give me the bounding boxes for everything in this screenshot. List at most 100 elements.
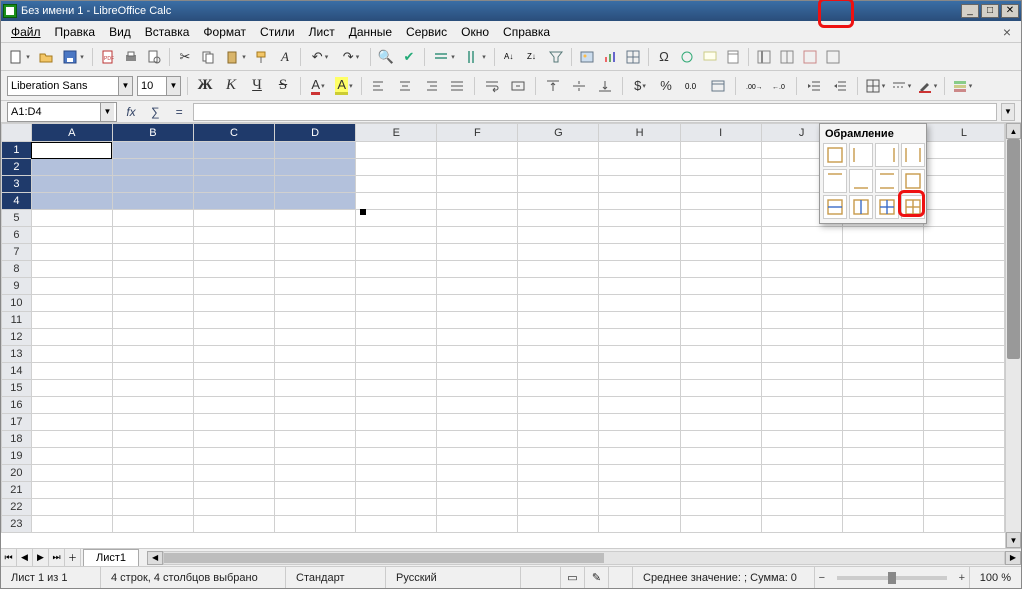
cell-J15[interactable] xyxy=(761,380,842,397)
cell-E13[interactable] xyxy=(356,346,437,363)
cell-E8[interactable] xyxy=(356,261,437,278)
cell-I14[interactable] xyxy=(680,363,761,380)
cell-G4[interactable] xyxy=(518,193,599,210)
border-left[interactable] xyxy=(849,143,873,167)
cell-F23[interactable] xyxy=(437,516,518,533)
cell-G6[interactable] xyxy=(518,227,599,244)
zoom-in-button[interactable]: + xyxy=(955,572,969,584)
cell-I12[interactable] xyxy=(680,329,761,346)
row-header-3[interactable]: 3 xyxy=(2,176,32,193)
cell-C4[interactable] xyxy=(193,193,274,210)
row-header-4[interactable]: 4 xyxy=(2,193,32,210)
row-header-23[interactable]: 23 xyxy=(2,516,32,533)
cell-L23[interactable] xyxy=(923,516,1004,533)
tab-next-button[interactable]: ▶ xyxy=(33,549,49,566)
clear-format-button[interactable]: A xyxy=(275,47,295,67)
cell-D8[interactable] xyxy=(275,261,356,278)
cell-B17[interactable] xyxy=(112,414,193,431)
cell-J19[interactable] xyxy=(761,448,842,465)
cell-E1[interactable] xyxy=(356,142,437,159)
cell-G2[interactable] xyxy=(518,159,599,176)
percent-button[interactable]: % xyxy=(655,75,677,97)
font-size-input[interactable] xyxy=(138,77,166,95)
cell-grid[interactable]: ABCDEFGHIJKL1234567891011121314151617181… xyxy=(1,123,1005,548)
cell-K22[interactable] xyxy=(842,499,923,516)
merge-cells-button[interactable] xyxy=(507,75,529,97)
cell-B7[interactable] xyxy=(112,244,193,261)
vscroll-thumb[interactable] xyxy=(1007,139,1020,359)
cell-C10[interactable] xyxy=(193,295,274,312)
dec-indent-button[interactable] xyxy=(829,75,851,97)
align-left-button[interactable] xyxy=(368,75,390,97)
cell-A19[interactable] xyxy=(31,448,112,465)
col-header-I[interactable]: I xyxy=(680,124,761,142)
dec-decimal-button[interactable]: ←.0 xyxy=(768,75,790,97)
cell-E18[interactable] xyxy=(356,431,437,448)
cell-G21[interactable] xyxy=(518,482,599,499)
cell-J22[interactable] xyxy=(761,499,842,516)
cell-B15[interactable] xyxy=(112,380,193,397)
cell-J8[interactable] xyxy=(761,261,842,278)
highlight-button[interactable]: A xyxy=(333,75,355,97)
row-ops-button[interactable] xyxy=(430,47,458,67)
cell-I16[interactable] xyxy=(680,397,761,414)
border-none[interactable] xyxy=(823,143,847,167)
cell-F22[interactable] xyxy=(437,499,518,516)
menu-tools[interactable]: Сервис xyxy=(400,23,453,41)
cell-J10[interactable] xyxy=(761,295,842,312)
cell-K17[interactable] xyxy=(842,414,923,431)
cell-B4[interactable] xyxy=(112,193,193,210)
row-header-13[interactable]: 13 xyxy=(2,346,32,363)
cell-B14[interactable] xyxy=(112,363,193,380)
cell-G1[interactable] xyxy=(518,142,599,159)
row-header-8[interactable]: 8 xyxy=(2,261,32,278)
cell-H12[interactable] xyxy=(599,329,680,346)
hscroll-track[interactable] xyxy=(163,551,1005,565)
cell-F8[interactable] xyxy=(437,261,518,278)
row-header-5[interactable]: 5 xyxy=(2,210,32,227)
cell-D12[interactable] xyxy=(275,329,356,346)
cell-B22[interactable] xyxy=(112,499,193,516)
cell-G22[interactable] xyxy=(518,499,599,516)
cell-H17[interactable] xyxy=(599,414,680,431)
cell-A17[interactable] xyxy=(31,414,112,431)
cell-F3[interactable] xyxy=(437,176,518,193)
cell-F9[interactable] xyxy=(437,278,518,295)
row-header-16[interactable]: 16 xyxy=(2,397,32,414)
comment-button[interactable] xyxy=(700,47,720,67)
status-aggregate[interactable]: Среднее значение: ; Сумма: 0 xyxy=(633,567,815,588)
valign-mid-button[interactable] xyxy=(568,75,590,97)
row-header-6[interactable]: 6 xyxy=(2,227,32,244)
valign-top-button[interactable] xyxy=(542,75,564,97)
cell-H14[interactable] xyxy=(599,363,680,380)
cell-F1[interactable] xyxy=(437,142,518,159)
menu-format[interactable]: Формат xyxy=(197,23,252,41)
horizontal-scrollbar[interactable]: ◀ ▶ xyxy=(147,549,1021,566)
cell-D10[interactable] xyxy=(275,295,356,312)
scroll-left-button[interactable]: ◀ xyxy=(147,551,163,565)
cell-C6[interactable] xyxy=(193,227,274,244)
cell-L22[interactable] xyxy=(923,499,1004,516)
row-header-14[interactable]: 14 xyxy=(2,363,32,380)
border-outline-hv[interactable] xyxy=(875,195,899,219)
cell-D3[interactable] xyxy=(275,176,356,193)
cell-K14[interactable] xyxy=(842,363,923,380)
scroll-right-button[interactable]: ▶ xyxy=(1005,551,1021,565)
cell-I18[interactable] xyxy=(680,431,761,448)
cell-I19[interactable] xyxy=(680,448,761,465)
col-header-C[interactable]: C xyxy=(193,124,274,142)
insert-chart-button[interactable] xyxy=(600,47,620,67)
cell-B13[interactable] xyxy=(112,346,193,363)
autofilter-button[interactable] xyxy=(546,47,566,67)
cell-F16[interactable] xyxy=(437,397,518,414)
cell-L10[interactable] xyxy=(923,295,1004,312)
cell-L15[interactable] xyxy=(923,380,1004,397)
cell-F5[interactable] xyxy=(437,210,518,227)
align-center-button[interactable] xyxy=(394,75,416,97)
cell-E9[interactable] xyxy=(356,278,437,295)
status-style[interactable]: Стандарт xyxy=(286,567,386,588)
col-header-E[interactable]: E xyxy=(356,124,437,142)
row-header-1[interactable]: 1 xyxy=(2,142,32,159)
pivot-button[interactable] xyxy=(623,47,643,67)
equals-button[interactable]: = xyxy=(169,103,189,121)
